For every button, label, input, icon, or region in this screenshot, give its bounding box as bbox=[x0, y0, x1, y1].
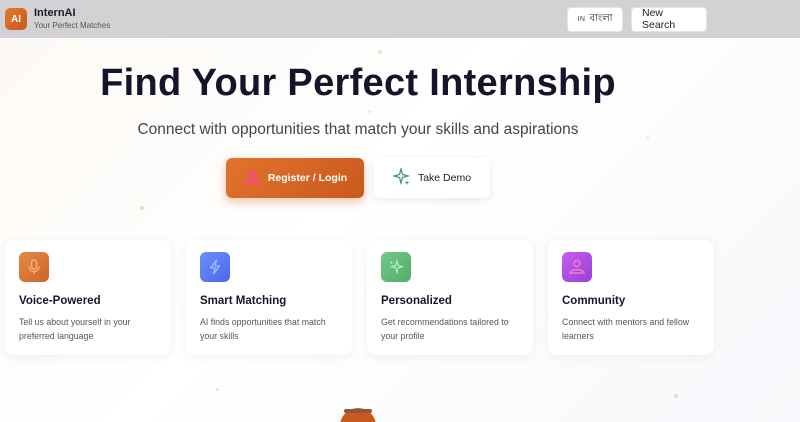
feature-title: Voice-Powered bbox=[19, 295, 101, 307]
app-logo[interactable]: AI bbox=[5, 8, 27, 30]
lightning-icon bbox=[200, 252, 230, 282]
cta-row: Register / Login Take Demo bbox=[226, 158, 490, 198]
sparkles-icon bbox=[381, 252, 411, 282]
logo-text: AI bbox=[11, 13, 21, 25]
feature-cards: Voice-Powered Tell us about yourself in … bbox=[5, 240, 714, 355]
decor-dot bbox=[378, 50, 382, 54]
feature-card-community[interactable]: Community Connect with mentors and fello… bbox=[548, 240, 714, 355]
language-label: বাংলা bbox=[589, 12, 613, 24]
feature-description: AI finds opportunities that match your s… bbox=[200, 317, 326, 341]
floating-button-cap bbox=[344, 409, 372, 413]
take-demo-button[interactable]: Take Demo bbox=[374, 158, 490, 198]
people-icon bbox=[562, 252, 592, 282]
feature-card-smart-matching[interactable]: Smart Matching AI finds opportunities th… bbox=[186, 240, 352, 355]
new-search-button[interactable]: New Search bbox=[631, 6, 707, 32]
top-bar: AI InternAI Your Perfect Matches IN বাংল… bbox=[0, 0, 800, 38]
decor-dot bbox=[216, 388, 219, 391]
feature-card-voice[interactable]: Voice-Powered Tell us about yourself in … bbox=[5, 240, 171, 355]
hero-title: Find Your Perfect Internship bbox=[100, 62, 616, 104]
feature-title: Smart Matching bbox=[200, 295, 287, 307]
decor-dot bbox=[368, 110, 371, 113]
feature-card-personalized[interactable]: Personalized Get recommendations tailore… bbox=[367, 240, 533, 355]
feature-description: Connect with mentors and fellow learners bbox=[562, 317, 690, 341]
feature-description: Tell us about yourself in your preferred… bbox=[19, 317, 131, 341]
brand-name: InternAI bbox=[34, 6, 76, 19]
decor-dot bbox=[674, 394, 678, 398]
brand: InternAI Your Perfect Matches bbox=[34, 7, 110, 32]
feature-description: Get recommendations tailored to your pro… bbox=[381, 317, 509, 341]
header-actions: IN বাংলা New Search bbox=[567, 6, 707, 32]
users-icon bbox=[243, 169, 261, 188]
register-login-button[interactable]: Register / Login bbox=[226, 158, 364, 198]
sparkles-icon bbox=[391, 166, 411, 189]
decor-dot bbox=[140, 206, 144, 210]
language-button[interactable]: IN বাংলা bbox=[567, 6, 623, 32]
brand-tagline: Your Perfect Matches bbox=[34, 20, 111, 30]
feature-title: Personalized bbox=[381, 295, 452, 307]
microphone-icon bbox=[19, 252, 49, 282]
take-demo-label: Take Demo bbox=[417, 172, 472, 184]
feature-title: Community bbox=[562, 295, 626, 307]
hero-subtitle: Connect with opportunities that match yo… bbox=[137, 121, 579, 138]
register-login-label: Register / Login bbox=[267, 172, 348, 184]
language-code: IN bbox=[577, 15, 586, 23]
